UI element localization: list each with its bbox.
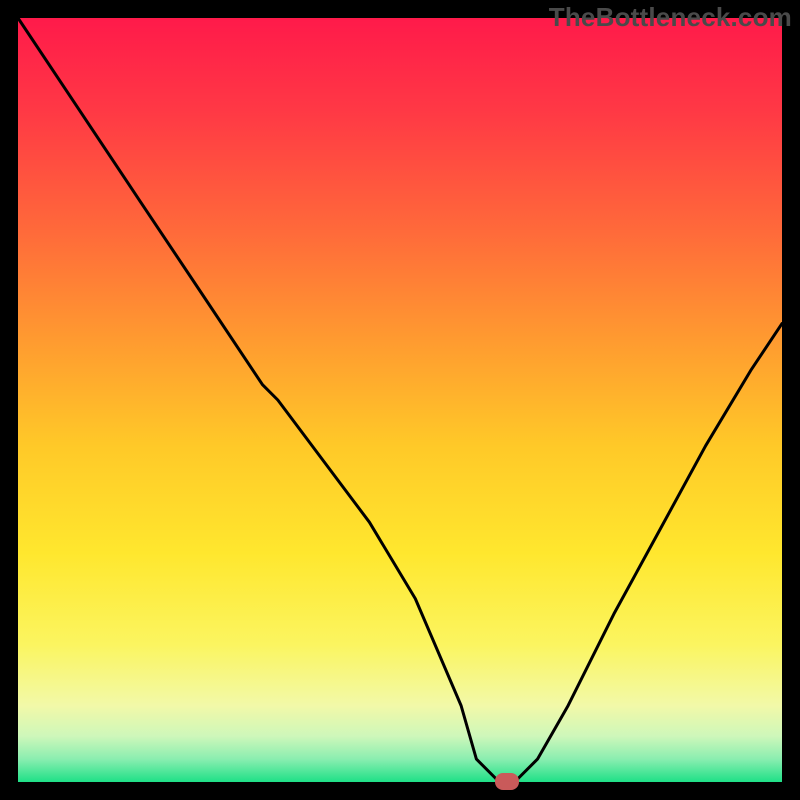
bottleneck-chart: TheBottleneck.com (0, 0, 800, 800)
watermark-text: TheBottleneck.com (549, 2, 792, 33)
chart-svg (0, 0, 800, 800)
optimum-marker (495, 773, 519, 790)
plot-background (18, 18, 782, 782)
